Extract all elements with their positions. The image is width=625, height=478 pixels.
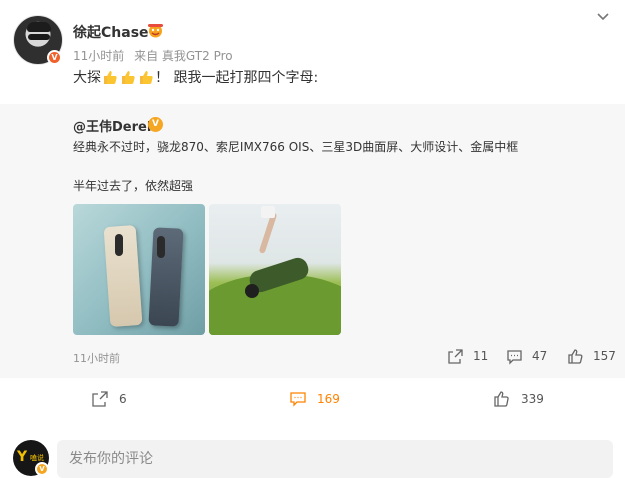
repost-card[interactable]: @王伟Derek V 经典永不过时，骁龙870、索尼IMX766 OIS、三星3… [0,104,625,378]
repost-comment-count: 47 [532,349,548,363]
post-time[interactable]: 11小时前 [73,49,124,63]
post-meta: 11小时前 来自 真我GT2 Pro [73,47,239,64]
comment-composer: Y 嗑说 V [0,436,625,478]
thumbs-up-emoji-icon [104,71,117,84]
chevron-down-icon[interactable] [596,12,610,22]
repost-text-line: 经典永不过时，骁龙870、索尼IMX766 OIS、三星3D曲面屏、大师设计、金… [73,140,519,154]
verified-gold-badge-icon: V [148,117,163,132]
repost-author[interactable]: @王伟Derek [73,116,155,135]
avatar-logo-mark: Y [17,449,28,465]
post-source[interactable]: 来自 真我GT2 Pro [134,49,233,63]
repost-like-stat[interactable]: 157 [567,346,616,366]
post-header: V 徐起Chase 11小时前 来自 真我GT2 Pro 大探 ！ 跟我一起打那四… [0,0,625,104]
repost-button[interactable]: 6 [91,390,127,408]
repost-share-count: 11 [473,349,489,363]
share-icon [448,348,463,364]
repost-text-line: 半年过去了，依然超强 [73,179,194,193]
post-text-after: ！ 跟我一起打那四个字母: [155,70,319,86]
share-icon [92,391,108,407]
comment-input[interactable] [57,440,613,478]
thumbs-up-emoji-icon [122,71,135,84]
camera-module-shape [115,234,123,256]
phone-shape [148,227,184,327]
person-arm-shape [258,212,278,254]
repost-footer: 11小时前 11 47 157 [0,345,625,369]
comment-icon [507,349,522,365]
comment-icon [290,392,306,407]
avatar-hair-shape [27,22,51,32]
phone-shape [103,225,143,327]
post-text-before: 大探 [73,70,101,86]
repost-share-stat[interactable]: 11 [447,346,488,366]
like-icon [494,391,509,407]
like-count: 339 [521,392,544,406]
comment-count: 169 [317,392,340,406]
post-action-bar: 6 169 339 [0,378,625,422]
vip-emoji-icon [148,24,163,38]
author-name[interactable]: 徐起Chase [73,22,149,42]
thumbs-up-emoji-icon [140,71,153,84]
post-text: 大探 ！ 跟我一起打那四个字母: [73,67,318,87]
repost-image-lawn[interactable] [209,204,341,335]
like-button[interactable]: 339 [493,390,544,408]
repost-image-phones[interactable] [73,204,205,335]
person-head-shape [245,284,259,298]
repost-comment-stat[interactable]: 47 [506,346,547,366]
verified-badge-icon: V [47,50,62,65]
device-shape [261,206,275,218]
like-icon [568,348,583,364]
avatar-glasses-shape [28,34,50,40]
comment-button[interactable]: 169 [289,390,340,408]
repost-count: 6 [119,392,127,406]
repost-like-count: 157 [593,349,616,363]
verified-gold-badge-icon: V [35,462,49,476]
camera-module-shape [157,236,165,258]
repost-time[interactable]: 11小时前 [73,350,120,366]
